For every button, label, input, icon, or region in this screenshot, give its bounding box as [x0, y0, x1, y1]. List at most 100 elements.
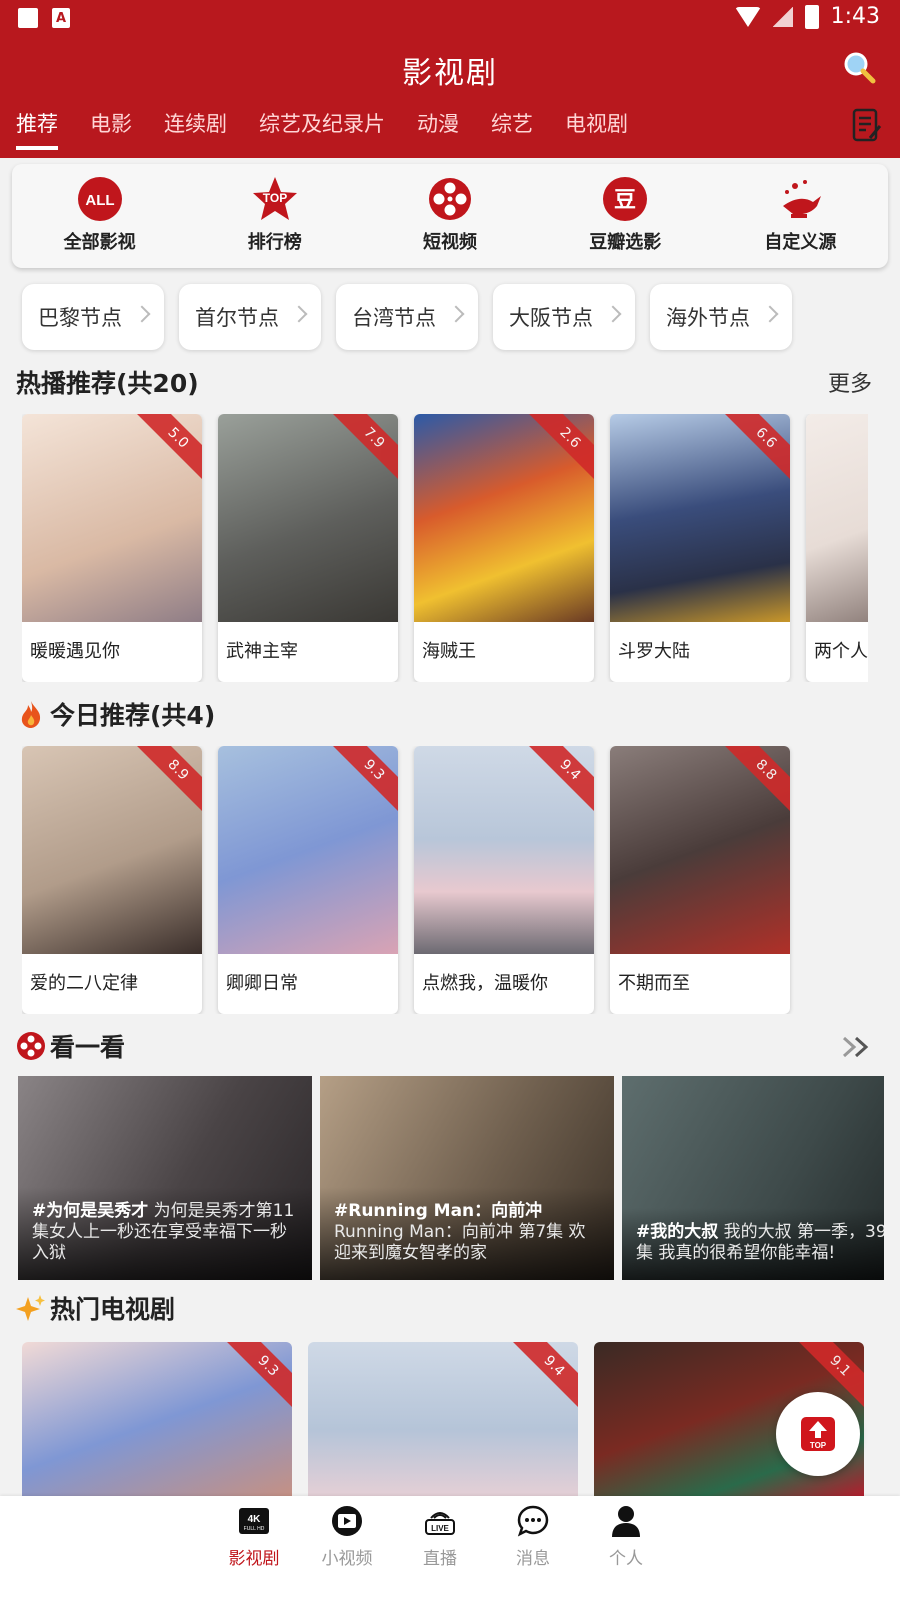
hot-section-title: 热播推荐(共20) — [16, 364, 199, 400]
more-link[interactable]: 更多 — [828, 366, 872, 398]
nav-label: 个人 — [609, 1549, 643, 1569]
score-badge: 9.3 — [330, 746, 398, 814]
node-osaka[interactable]: 大阪节点 — [493, 284, 635, 350]
top-button-label: TOP — [810, 1441, 827, 1450]
poster-title: 爱的二八定律 — [30, 973, 138, 994]
double-chevron-right-icon[interactable] — [840, 1034, 874, 1060]
today-section-title: 今日推荐(共4) — [16, 696, 215, 732]
signal-icon — [772, 6, 793, 27]
short-video-strip: #为何是吴秀才 为何是吴秀才第11集女人上一秒还在享受幸福下一秒入狱 #Runn… — [18, 1076, 884, 1280]
shortcut-all[interactable]: ALL 全部影视 — [12, 164, 187, 268]
shortcut-short-video[interactable]: 短视频 — [362, 164, 537, 268]
page-title: 影视剧 — [402, 56, 498, 91]
shortcut-custom-source[interactable]: 自定义源 — [713, 164, 888, 268]
poster-card[interactable]: 6.6 斗罗大陆 — [610, 414, 790, 682]
today-poster-row: 8.9 爱的二八定律 9.3 卿卿日常 9.4 点燃我，温暖你 8.8 不期而至 — [22, 746, 868, 1014]
video-card[interactable]: #Running Man：向前冲 Running Man：向前冲 第7集 欢迎来… — [320, 1076, 614, 1280]
tab-variety-documentary[interactable]: 综艺及纪录片 — [259, 108, 385, 150]
section-title: 今日推荐(共4) — [50, 701, 216, 730]
poster-title: 海贼王 — [422, 641, 476, 662]
poster-image: 5.0 — [22, 414, 202, 622]
shortcut-panel: ALL 全部影视 TOP 排行榜 短视频 豆 豆瓣选影 自定义源 — [12, 164, 888, 268]
wifi-icon — [734, 6, 761, 27]
svg-text:豆: 豆 — [614, 188, 636, 213]
nav-short-video[interactable]: 小视频 — [307, 1504, 387, 1569]
video-caption: #为何是吴秀才 为何是吴秀才第11集女人上一秒还在享受幸福下一秒入狱 — [18, 1187, 312, 1280]
shortcut-label: 豆瓣选影 — [589, 232, 662, 253]
nav-profile[interactable]: 个人 — [586, 1504, 666, 1569]
poster-card[interactable]: 9.3 — [22, 1342, 292, 1502]
4k-icon: 4K FULL HD — [239, 1508, 269, 1534]
tab-series[interactable]: 连续剧 — [164, 108, 227, 150]
status-time: 1:43 — [830, 4, 880, 29]
poster-title: 武神主宰 — [226, 641, 298, 662]
shortcut-label: 排行榜 — [247, 232, 302, 253]
chevron-right-icon — [447, 305, 465, 323]
poster-card[interactable]: 5.0 暖暖遇见你 — [22, 414, 202, 682]
tab-movie[interactable]: 电影 — [90, 108, 132, 150]
bottom-navigation: 4K FULL HD 影视剧 小视频 LIVE 直播 消息 个人 — [0, 1496, 900, 1600]
poster-card[interactable]: 7.9 武神主宰 — [218, 414, 398, 682]
poster-title: 不期而至 — [618, 973, 690, 994]
node-paris[interactable]: 巴黎节点 — [22, 284, 164, 350]
shortcut-label: 自定义源 — [764, 232, 837, 253]
score-badge: 2.6 — [526, 414, 594, 482]
node-taiwan[interactable]: 台湾节点 — [336, 284, 478, 350]
video-caption: #Running Man：向前冲 Running Man：向前冲 第7集 欢迎来… — [320, 1187, 614, 1280]
tab-recommend[interactable]: 推荐 — [16, 108, 58, 150]
tab-tv-drama[interactable]: 电视剧 — [565, 108, 628, 150]
video-card[interactable]: #为何是吴秀才 为何是吴秀才第11集女人上一秒还在享受幸福下一秒入狱 — [18, 1076, 312, 1280]
tv-section-title: 热门电视剧 — [16, 1290, 175, 1326]
score-badge: 9.4 — [510, 1342, 578, 1410]
section-title: 看一看 — [50, 1033, 126, 1062]
poster-title: 两个人的 — [814, 641, 868, 662]
poster-title: 点燃我，温暖你 — [422, 973, 548, 994]
node-seoul[interactable]: 首尔节点 — [179, 284, 321, 350]
nav-movies[interactable]: 4K FULL HD 影视剧 — [214, 1504, 294, 1569]
edit-note-icon[interactable] — [852, 108, 882, 142]
node-label: 海外节点 — [666, 306, 750, 330]
text-notification-icon: A — [52, 8, 70, 28]
video-tag: #Running Man：向前冲 — [334, 1201, 543, 1221]
video-card[interactable]: #我的大叔 我的大叔 第一季，39集 我真的很希望你能幸福! — [622, 1076, 884, 1280]
magic-lamp-icon — [783, 180, 822, 218]
shortcut-label: 全部影视 — [63, 232, 136, 253]
score-badge: 5.0 — [134, 414, 202, 482]
person-icon — [612, 1506, 640, 1537]
node-overseas[interactable]: 海外节点 — [650, 284, 792, 350]
live-icon: LIVE — [425, 1512, 455, 1535]
top-header: A 1:43 影视剧 推荐 电影 连续剧 综艺及纪录片 动漫 综艺 电视剧 — [0, 0, 900, 158]
poster-card[interactable]: 8.8 不期而至 — [610, 746, 790, 1014]
tab-anime[interactable]: 动漫 — [417, 108, 459, 150]
nav-live[interactable]: LIVE 直播 — [400, 1504, 480, 1569]
poster-title: 暖暖遇见你 — [30, 641, 120, 662]
category-tabs: 推荐 电影 连续剧 综艺及纪录片 动漫 综艺 电视剧 — [16, 108, 660, 150]
shortcut-label: 短视频 — [423, 232, 477, 253]
shortcut-douban[interactable]: 豆 豆瓣选影 — [538, 164, 713, 268]
nav-label: 小视频 — [321, 1549, 373, 1569]
poster-card[interactable]: 9.4 点燃我，温暖你 — [414, 746, 594, 1014]
poster-card[interactable]: 2.6 海贼王 — [414, 414, 594, 682]
nav-messages[interactable]: 消息 — [493, 1504, 573, 1569]
svg-text:LIVE: LIVE — [431, 1524, 449, 1533]
node-label: 首尔节点 — [195, 306, 279, 330]
score-badge: 6.6 — [722, 414, 790, 482]
poster-card[interactable]: 9.4 — [308, 1342, 578, 1502]
status-bar: A 1:43 — [0, 0, 900, 36]
poster-card[interactable]: 两个人的 — [806, 414, 868, 682]
search-icon[interactable] — [842, 50, 876, 84]
svg-text:ALL: ALL — [85, 192, 114, 209]
tab-variety[interactable]: 综艺 — [491, 108, 533, 150]
poster-card[interactable]: 9.3 卿卿日常 — [218, 746, 398, 1014]
video-description: Running Man：向前冲 第7集 欢迎来到魔女智孝的家 — [334, 1222, 586, 1263]
chevron-right-icon — [290, 305, 308, 323]
battery-icon — [804, 4, 819, 29]
arrow-up-icon: TOP — [801, 1417, 835, 1451]
poster-card[interactable]: 8.9 爱的二八定律 — [22, 746, 202, 1014]
poster-image: 6.6 — [610, 414, 790, 622]
node-label: 大阪节点 — [509, 306, 593, 330]
scroll-to-top-button[interactable]: TOP — [776, 1392, 860, 1476]
shortcut-ranking[interactable]: TOP 排行榜 — [187, 164, 362, 268]
score-badge: 8.9 — [134, 746, 202, 814]
chevron-right-icon — [133, 305, 151, 323]
